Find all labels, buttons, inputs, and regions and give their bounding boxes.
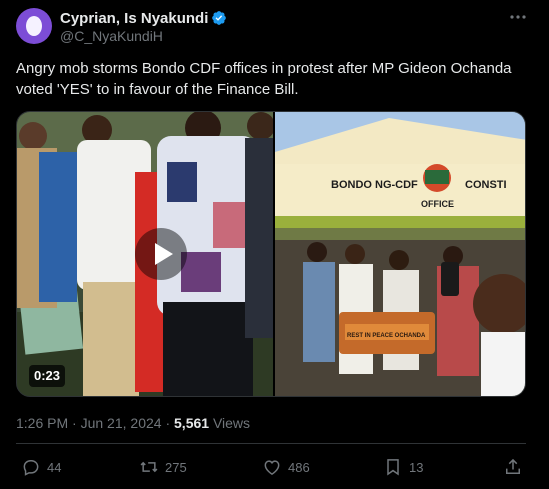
tweet-time[interactable]: 1:26 PM [16, 415, 68, 431]
avatar-figure [26, 16, 42, 36]
video-duration: 0:23 [29, 365, 66, 387]
author-handle[interactable]: @C_NyaKundiH [60, 28, 163, 44]
verified-badge-icon [212, 11, 227, 25]
reply-count: 44 [47, 459, 62, 475]
like-icon [264, 460, 280, 475]
tweet-meta: 1:26 PM · Jun 21, 2024 · 5,561 Views [16, 415, 250, 431]
tweet: Cyprian, Is Nyakundi @C_NyaKundiH Angry … [0, 0, 549, 489]
repost-count: 275 [165, 459, 187, 475]
divider [16, 443, 526, 444]
bookmark-count: 13 [409, 459, 424, 475]
repost-button[interactable]: 275 [139, 456, 187, 478]
views-count: 5,561 [174, 415, 210, 431]
action-bar: 44 275 486 13 [0, 452, 549, 480]
more-icon[interactable] [508, 9, 528, 25]
reply-button[interactable]: 44 [21, 456, 61, 478]
coffin-text: REST IN PEACE OCHANDA [347, 333, 426, 339]
like-count: 486 [288, 459, 310, 475]
office-sign-suffix: CONSTI [465, 179, 507, 191]
tweet-date[interactable]: Jun 21, 2024 [81, 415, 162, 431]
avatar[interactable] [16, 8, 52, 44]
tweet-text: Angry mob storms Bondo CDF offices in pr… [16, 60, 512, 98]
author-name-row: Cyprian, Is Nyakundi [60, 9, 227, 27]
bookmark-button[interactable]: 13 [383, 456, 423, 478]
play-button[interactable] [135, 228, 187, 280]
reply-icon [23, 460, 39, 476]
views-label: Views [212, 415, 251, 431]
office-sign-name: BONDO NG-CDF [331, 179, 418, 191]
office-sign-label: OFFICE [421, 199, 454, 209]
repost-icon [140, 461, 158, 473]
video-player[interactable]: BONDO NG-CDF OFFICE CONSTI REST IN PEACE… [16, 111, 526, 397]
like-button[interactable]: 486 [262, 456, 310, 478]
play-icon [155, 243, 173, 265]
author-display-name[interactable]: Cyprian, Is Nyakundi [60, 10, 208, 27]
bookmark-icon [387, 459, 399, 476]
share-icon [506, 458, 520, 474]
meta-separator-2: · [165, 415, 171, 431]
video-frame: BONDO NG-CDF OFFICE CONSTI REST IN PEACE… [17, 112, 525, 396]
meta-separator: · [72, 415, 77, 431]
share-button[interactable] [503, 456, 529, 478]
